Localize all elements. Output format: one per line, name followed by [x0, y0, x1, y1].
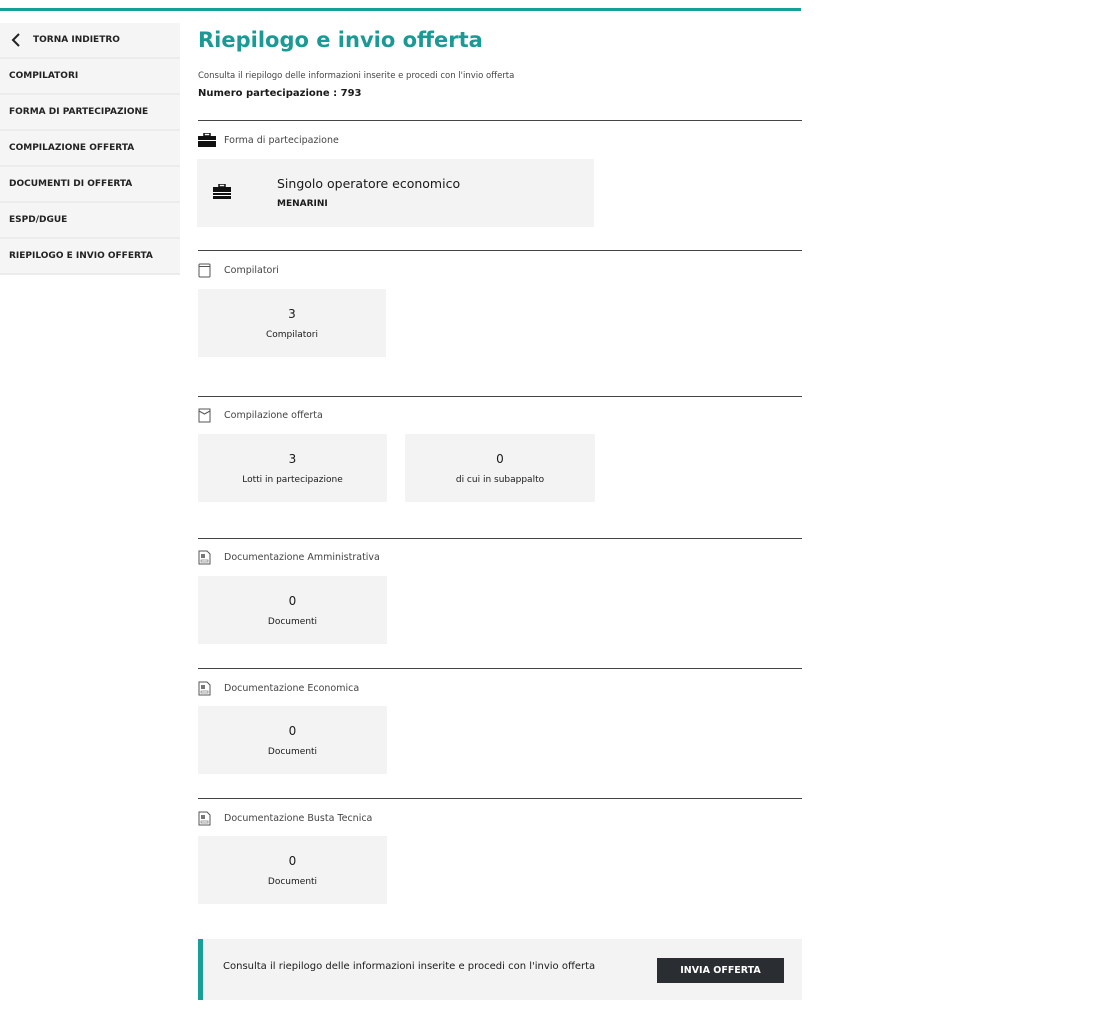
divider	[198, 538, 802, 539]
section-compilatori: Compilatori	[198, 263, 279, 278]
briefcase-icon	[198, 133, 218, 147]
operator-name: MENARINI	[277, 199, 328, 209]
section-label: Compilazione offerta	[224, 410, 323, 421]
compilatori-card: 3 Compilatori	[198, 289, 386, 357]
count-caption: Compilatori	[265, 329, 319, 340]
sidebar-item-forma[interactable]: FORMA DI PARTECIPAZIONE	[0, 95, 180, 131]
page-title: Riepilogo e invio offerta	[198, 28, 483, 52]
doc-tecnica-card: 0 Documenti	[198, 836, 387, 904]
sidebar: TORNA INDIETRO COMPILATORI FORMA DI PART…	[0, 23, 180, 275]
document-icon	[198, 681, 218, 696]
sidebar-item-compilatori[interactable]: COMPILATORI	[0, 59, 180, 95]
sidebar-item-documenti[interactable]: DOCUMENTI DI OFFERTA	[0, 167, 180, 203]
count-value: 3	[288, 306, 296, 321]
section-compilazione: Compilazione offerta	[198, 408, 323, 423]
section-doc-amministrativa: Documentazione Amministrativa	[198, 550, 380, 565]
section-label: Forma di partecipazione	[224, 134, 339, 146]
divider	[198, 798, 802, 799]
section-label: Documentazione Economica	[224, 683, 360, 694]
count-value: 0	[496, 451, 504, 466]
section-label: Compilatori	[224, 265, 279, 276]
section-label: Documentazione Busta Tecnica	[224, 813, 373, 824]
forma-card: Singolo operatore economico MENARINI	[197, 159, 594, 227]
forma-type: Singolo operatore economico	[277, 176, 461, 191]
section-doc-tecnica: Documentazione Busta Tecnica	[198, 811, 372, 826]
sidebar-item-riepilogo[interactable]: RIEPILOGO E INVIO OFFERTA	[0, 239, 180, 275]
count-value: 0	[288, 853, 297, 868]
submit-banner: Consulta il riepilogo delle informazioni…	[198, 939, 802, 1000]
count-caption: di cui in subappalto	[455, 474, 545, 485]
sidebar-item-espd[interactable]: ESPD/DGUE	[0, 203, 180, 239]
chevron-left-icon	[11, 33, 20, 47]
count-caption: Documenti	[267, 876, 318, 887]
back-link[interactable]: TORNA INDIETRO	[0, 23, 180, 59]
count-value: 0	[288, 723, 297, 738]
count-value: 0	[288, 593, 297, 608]
count-caption: Documenti	[267, 746, 318, 757]
divider	[198, 396, 802, 397]
briefcase-icon	[213, 183, 231, 203]
page-subtitle: Consulta il riepilogo delle informazioni…	[198, 71, 515, 81]
document-icon	[198, 811, 218, 826]
lotti-card: 3 Lotti in partecipazione	[198, 434, 387, 502]
section-doc-economica: Documentazione Economica	[198, 681, 359, 696]
section-label: Documentazione Amministrativa	[224, 552, 380, 563]
divider	[198, 250, 802, 251]
banner-text: Consulta il riepilogo delle informazioni…	[223, 961, 596, 972]
invia-offerta-button[interactable]: INVIA OFFERTA	[657, 958, 784, 983]
doc-economica-card: 0 Documenti	[198, 706, 387, 774]
subappalto-card: 0 di cui in subappalto	[405, 434, 595, 502]
book-icon	[198, 263, 218, 278]
doc-amministrativa-card: 0 Documenti	[198, 576, 387, 644]
divider	[198, 120, 802, 121]
top-accent-bar	[0, 8, 801, 11]
count-caption: Lotti in partecipazione	[242, 474, 343, 485]
count-caption: Documenti	[267, 616, 318, 627]
divider	[198, 668, 802, 669]
count-value: 3	[288, 451, 297, 466]
sidebar-item-compilazione[interactable]: COMPILAZIONE OFFERTA	[0, 131, 180, 167]
back-label: TORNA INDIETRO	[33, 35, 120, 45]
document-icon	[198, 550, 218, 565]
envelope-icon	[198, 408, 218, 423]
section-forma: Forma di partecipazione	[198, 133, 339, 147]
participation-number: Numero partecipazione : 793	[198, 88, 362, 99]
